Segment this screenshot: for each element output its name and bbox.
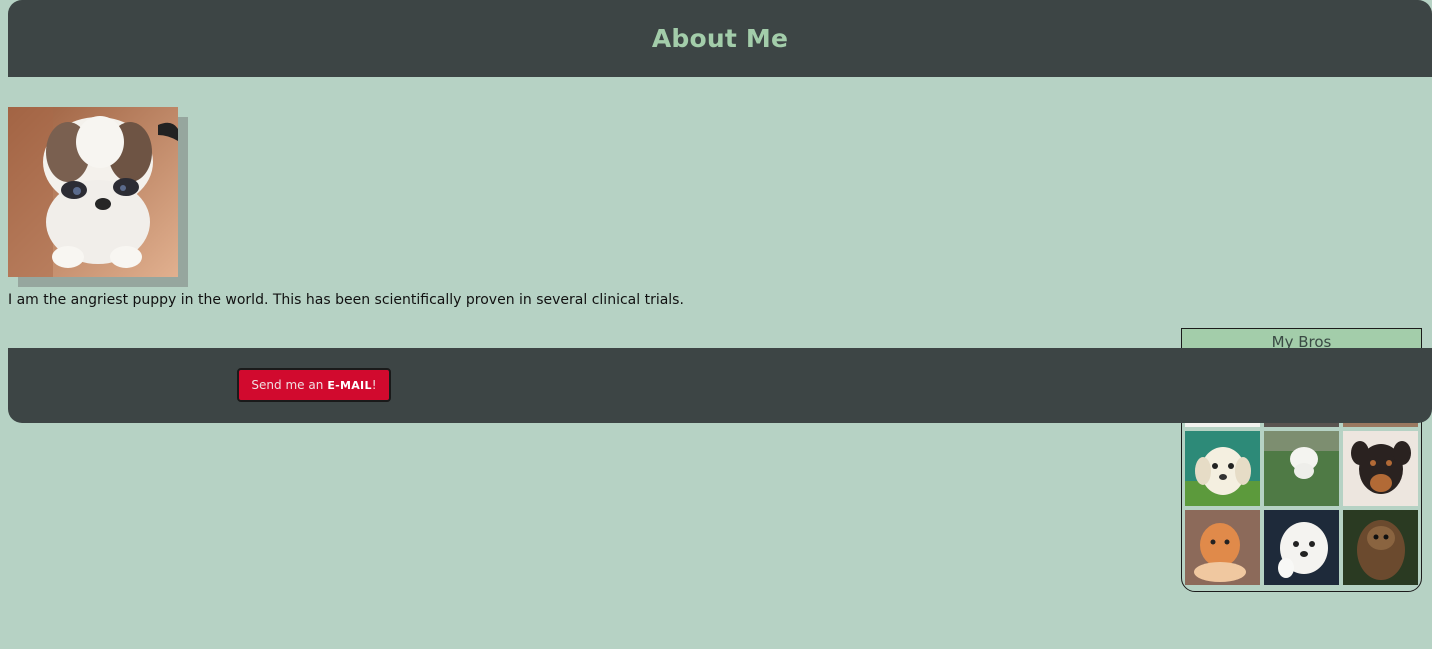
bio-text: I am the angriest puppy in the world. Th… [8,292,684,308]
email-button-suffix: ! [371,378,377,392]
bro-thumbnail[interactable] [1343,431,1418,506]
page-footer: Send me an E-MAIL! [8,348,1432,423]
puppy-photo-icon [1264,510,1339,585]
send-email-button[interactable]: Send me an E-MAIL! [237,368,391,402]
puppy-photo-icon [1264,431,1339,506]
page-header: About Me [8,0,1432,77]
page-title: About Me [651,24,789,53]
bro-thumbnail[interactable] [1185,431,1260,506]
email-button-strong: E-MAIL [327,378,372,392]
puppy-photo-icon [1185,510,1260,585]
puppy-photo-icon [1343,510,1418,585]
angry-puppy-image [8,107,178,277]
profile-photo [8,107,178,277]
puppy-photo-icon [1343,431,1418,506]
bro-thumbnail[interactable] [1264,510,1339,585]
profile-photo-frame [8,107,188,287]
email-button-prefix: Send me an [251,378,324,392]
puppy-photo-icon [1185,431,1260,506]
bro-thumbnail[interactable] [1343,510,1418,585]
bro-thumbnail[interactable] [1264,431,1339,506]
bro-thumbnail[interactable] [1185,510,1260,585]
